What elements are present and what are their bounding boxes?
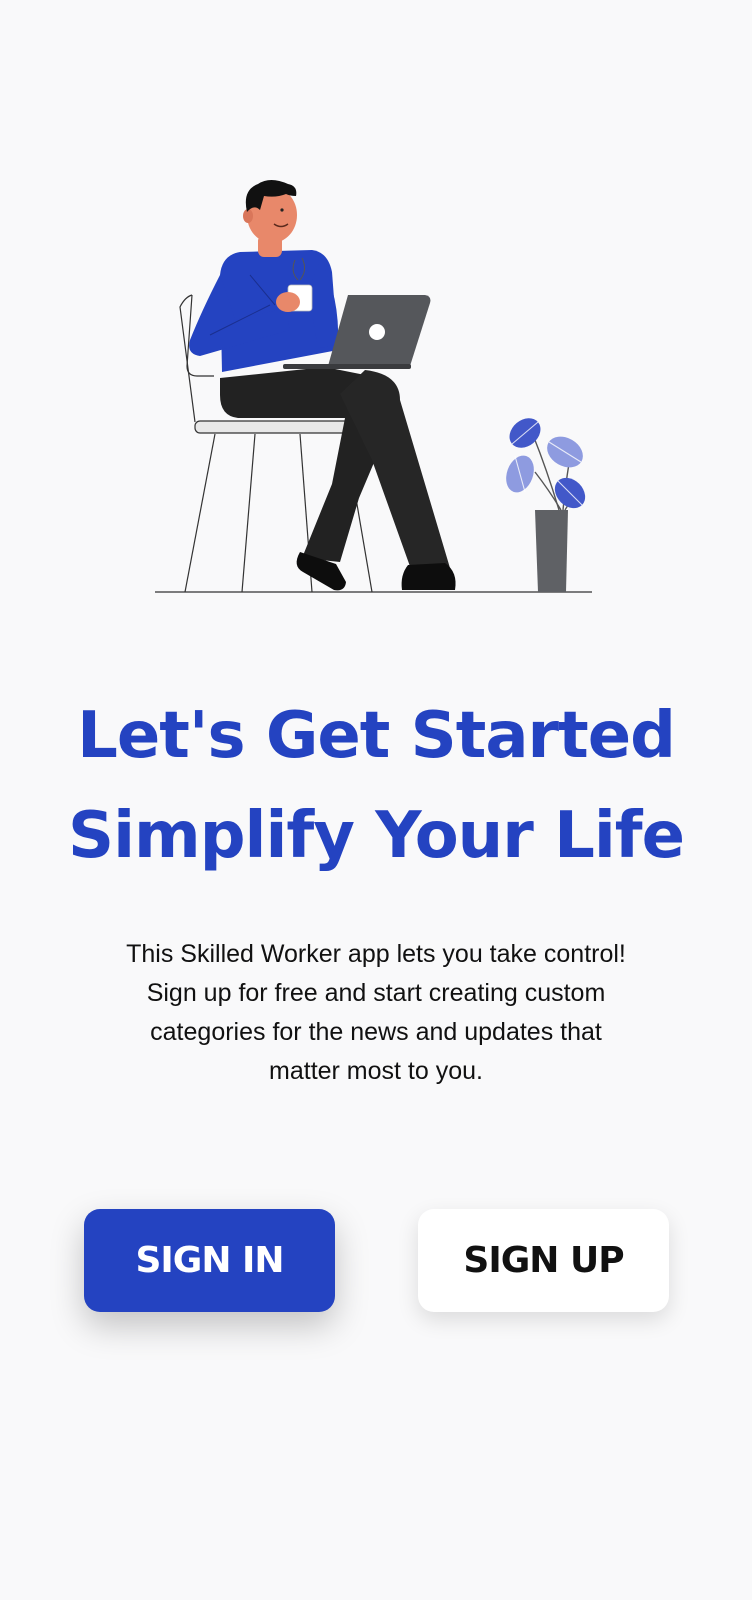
- description-line-3: categories for the news and updates that: [150, 1018, 602, 1046]
- description-line-2: Sign up for free and start creating cust…: [146, 979, 606, 1007]
- man-working-on-laptop-illustration: [155, 180, 592, 593]
- plant-icon: [506, 418, 586, 592]
- headline: Let's Get Started Simplify Your Life: [0, 686, 752, 886]
- app-description: This Skilled Worker app lets you take co…: [60, 935, 692, 1091]
- headline-line-1: Let's Get Started: [77, 699, 676, 773]
- description-line-1: This Skilled Worker app lets you take co…: [126, 940, 626, 968]
- description-line-4: matter most to you.: [269, 1057, 483, 1085]
- sign-in-button[interactable]: SIGN IN: [84, 1209, 335, 1312]
- shoe-front: [401, 563, 456, 590]
- onboarding-screen: Let's Get Started Simplify Your Life Thi…: [0, 0, 752, 1600]
- sign-up-button[interactable]: SIGN UP: [418, 1209, 669, 1312]
- headline-line-2: Simplify Your Life: [67, 799, 685, 873]
